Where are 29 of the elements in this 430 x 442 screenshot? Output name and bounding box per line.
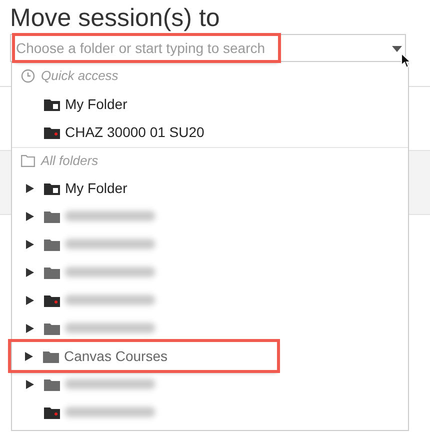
folder-icon — [44, 126, 60, 138]
folder-icon — [44, 266, 60, 278]
section-heading: Quick access — [41, 67, 118, 86]
folder-icon — [44, 238, 60, 250]
folder-item[interactable]: CHAZ 30000 01 SU20 — [12, 118, 408, 146]
folder-icon — [44, 294, 60, 306]
dialog-title: Move session(s) to — [10, 3, 220, 34]
clock-icon — [21, 69, 35, 83]
dropdown-caret-icon[interactable] — [392, 46, 402, 52]
folder-item[interactable]: My Folder — [12, 90, 408, 118]
expand-arrow-icon[interactable] — [26, 296, 34, 304]
folder-icon — [44, 98, 60, 110]
folder-icon — [44, 322, 60, 334]
folder-tree-row[interactable]: Canvas Courses — [11, 342, 277, 370]
folder-icon — [43, 350, 59, 362]
expand-arrow-icon[interactable] — [26, 380, 34, 388]
folder-icon — [44, 378, 60, 390]
expand-arrow-icon[interactable] — [26, 324, 34, 332]
folder-outline-icon — [21, 155, 35, 167]
folder-icon — [44, 210, 60, 222]
expand-arrow-icon[interactable] — [26, 184, 34, 192]
folder-icon — [44, 406, 60, 418]
expand-arrow-icon[interactable] — [26, 212, 34, 220]
section-heading: All folders — [41, 152, 98, 170]
expand-arrow-icon[interactable] — [26, 240, 34, 248]
expand-arrow-icon[interactable] — [25, 352, 33, 360]
folder-icon — [44, 182, 60, 194]
expand-arrow-icon[interactable] — [26, 268, 34, 276]
folder-tree-row[interactable]: My Folder — [12, 174, 408, 202]
